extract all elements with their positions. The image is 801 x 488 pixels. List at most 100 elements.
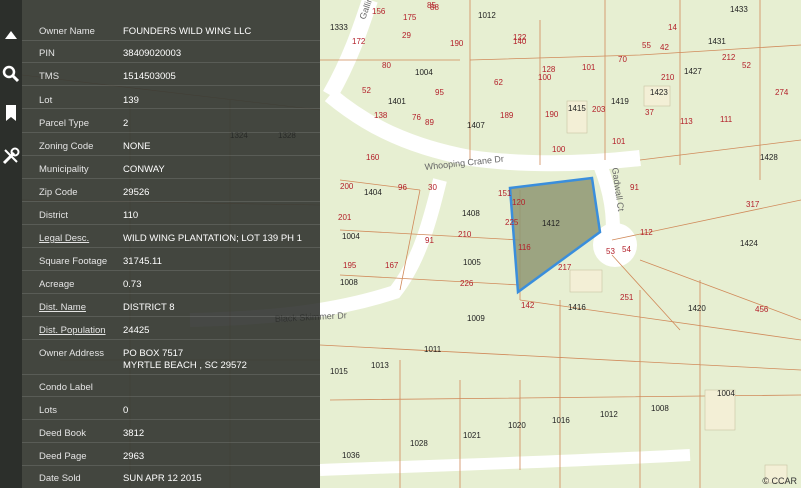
parcel-id: 1021 [463, 431, 481, 440]
field-row: Condo Label [22, 376, 320, 397]
field-label[interactable]: Dist. Population [39, 325, 106, 336]
dimension-label: 190 [545, 110, 559, 119]
dimension-label: 151 [498, 189, 512, 198]
dimension-label: 91 [425, 236, 434, 245]
field-label: Date Sold [39, 473, 81, 484]
field-label: Parcel Type [39, 118, 89, 129]
field-row: Zip Code 29526 [22, 181, 320, 202]
field-row: Lots 0 [22, 399, 320, 420]
parcel-id: 1408 [462, 209, 480, 218]
field-row: TMS 1514503005 [22, 65, 320, 86]
field-label: Municipality [39, 164, 89, 175]
field-row: Lot 139 [22, 88, 320, 109]
parcel-id: 1424 [740, 239, 758, 248]
field-value: WILD WING PLANTATION; LOT 139 PH 1 [123, 233, 302, 244]
field-row: Parcel Type 2 [22, 112, 320, 133]
dimension-label: 101 [612, 137, 626, 146]
parcel-id: 1011 [424, 345, 442, 354]
field-row: Legal Desc. WILD WING PLANTATION; LOT 139… [22, 227, 320, 248]
field-row: Deed Page 2963 [22, 445, 320, 466]
field-value: FOUNDERS WILD WING LLC [123, 26, 252, 37]
dimension-label: 274 [775, 88, 789, 97]
parcel-id: 1020 [508, 421, 526, 430]
dimension-label: 225 [505, 218, 519, 227]
dimension-label: 217 [558, 263, 572, 272]
dimension-label: 142 [521, 301, 535, 310]
dimension-label: 160 [366, 153, 380, 162]
field-value: 0 [123, 405, 129, 416]
parcel-id: 1004 [342, 232, 360, 241]
dimension-label: 100 [552, 145, 566, 154]
dimension-label: 113 [680, 117, 693, 126]
field-label[interactable]: Legal Desc. [39, 233, 89, 244]
search-icon[interactable] [1, 64, 21, 84]
field-value: DISTRICT 8 [123, 302, 175, 313]
parcel-id: 1404 [364, 188, 382, 197]
dimension-label: 189 [500, 111, 514, 120]
field-label: TMS [39, 71, 60, 82]
dimension-label: 111 [720, 115, 733, 124]
dimension-label: 14 [668, 23, 677, 32]
field-label: Zoning Code [39, 141, 94, 152]
parcel-id: 1012 [600, 410, 618, 419]
field-value: SUN APR 12 2015 [123, 473, 202, 484]
dimension-label: 122 [513, 33, 527, 42]
field-label: Lots [39, 405, 57, 416]
parcel-id: 1401 [388, 97, 406, 106]
field-row: Owner Address PO BOX 7517 MYRTLE BEACH , S… [22, 342, 320, 375]
dimension-label: 201 [338, 213, 352, 222]
dimension-label: 195 [343, 261, 357, 270]
field-label[interactable]: Dist. Name [39, 302, 86, 313]
dimension-label: 55 [642, 41, 651, 50]
dimension-label: 52 [742, 61, 751, 70]
dimension-label: 95 [435, 88, 444, 97]
dimension-label: 156 [372, 7, 386, 16]
dimension-label: 53 [606, 247, 615, 256]
dimension-label: 70 [618, 55, 627, 64]
dimension-label: 112 [640, 228, 653, 237]
field-value: 24425 [123, 325, 150, 336]
parcel-id: 1420 [688, 304, 706, 313]
field-label: Deed Page [39, 451, 87, 462]
dimension-label: 251 [620, 293, 634, 302]
field-row: Date Sold SUN APR 12 2015 [22, 468, 320, 488]
field-label: Lot [39, 95, 53, 106]
dimension-label: 116 [518, 243, 531, 252]
field-row: Dist. Name DISTRICT 8 [22, 296, 320, 317]
dimension-label: 76 [412, 113, 421, 122]
dimension-label: 85 [427, 1, 436, 10]
dimension-label: 456 [755, 305, 769, 314]
dimension-label: 175 [403, 13, 417, 22]
field-value: 3812 [123, 428, 145, 439]
field-value: NONE [123, 141, 151, 152]
parcel-id: 1427 [684, 67, 702, 76]
dimension-label: 190 [450, 39, 464, 48]
field-value: PO BOX 7517 [123, 348, 184, 359]
dimension-label: 91 [630, 183, 639, 192]
parcel-id: 1016 [552, 416, 570, 425]
dimension-label: 317 [746, 200, 760, 209]
parcel-id: 1036 [342, 451, 360, 460]
field-row: Dist. Population 24425 [22, 319, 320, 340]
tools-icon[interactable] [1, 146, 21, 166]
dimension-label: 62 [494, 78, 503, 87]
collapse-arrow-icon[interactable] [1, 25, 21, 45]
field-label: District [39, 210, 69, 221]
parcel-id: 1333 [330, 23, 348, 32]
parcel-id: 1008 [651, 404, 669, 413]
dimension-label: 120 [512, 198, 526, 207]
parcel-id: 1012 [478, 11, 496, 20]
parcel-id: 1407 [467, 121, 485, 130]
parcel-id: 1005 [463, 258, 481, 267]
field-label: Square Footage [39, 256, 108, 267]
parcel-id: 1423 [650, 88, 668, 97]
field-value: 2963 [123, 451, 145, 462]
field-label: Deed Book [39, 428, 87, 439]
field-row: District 110 [22, 204, 320, 225]
dimension-label: 89 [425, 118, 434, 127]
bookmark-icon[interactable] [1, 103, 21, 123]
parcel-info-panel: Owner Name FOUNDERS WILD WING LLC PIN 3840… [22, 0, 320, 488]
field-value: 29526 [123, 187, 150, 198]
dimension-label: 54 [622, 245, 631, 254]
dimension-label: 226 [460, 279, 474, 288]
